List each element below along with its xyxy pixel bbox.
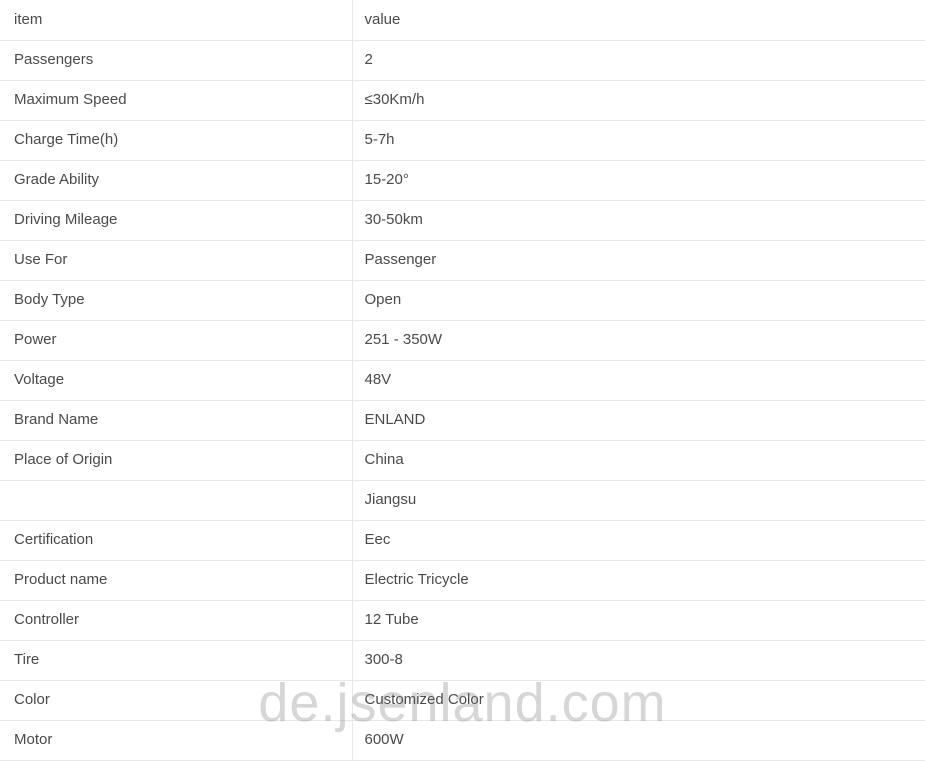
row-item-value: 5-7h [351, 120, 925, 161]
row-item-label: Brand Name [0, 400, 352, 441]
row-item-label [0, 480, 352, 521]
row-item-value: Customized Color [351, 680, 925, 721]
row-item-value: Electric Tricycle [351, 560, 925, 601]
row-item-label: Power [0, 320, 352, 361]
table-row: Power 251 - 350W [0, 320, 925, 361]
row-item-value: 2 [351, 40, 925, 81]
row-item-label: Charge Time(h) [0, 120, 352, 161]
table-row: Place of Origin China [0, 440, 925, 481]
row-item-value: Open [351, 280, 925, 321]
row-item-value: 251 - 350W [351, 320, 925, 361]
column-header-item: item [0, 0, 352, 41]
row-item-label: Passengers [0, 40, 352, 81]
table-row: Voltage 48V [0, 360, 925, 401]
row-item-label: Grade Ability [0, 160, 352, 201]
row-item-label: Maximum Speed [0, 80, 352, 121]
row-item-label: Tire [0, 640, 352, 681]
row-item-value: 12 Tube [351, 600, 925, 641]
table-row: Grade Ability 15-20° [0, 160, 925, 201]
table-header-row: item value [0, 0, 925, 41]
row-item-label: Use For [0, 240, 352, 281]
row-item-value: 15-20° [351, 160, 925, 201]
row-item-value: Jiangsu [351, 480, 925, 521]
table-row: Passengers 2 [0, 40, 925, 81]
row-item-value: Passenger [351, 240, 925, 281]
row-item-value: ≤30Km/h [351, 80, 925, 121]
table-row: Maximum Speed ≤30Km/h [0, 80, 925, 121]
specifications-table: item value Passengers 2 Maximum Speed ≤3… [0, 0, 925, 761]
row-item-value: 600W [351, 720, 925, 761]
row-item-label: Driving Mileage [0, 200, 352, 241]
row-item-label: Certification [0, 520, 352, 561]
column-header-value: value [351, 0, 925, 41]
table-row: Motor 600W [0, 720, 925, 761]
row-item-value: Eec [351, 520, 925, 561]
table-row: Charge Time(h) 5-7h [0, 120, 925, 161]
table-row: Use For Passenger [0, 240, 925, 281]
row-item-label: Body Type [0, 280, 352, 321]
table-row: Color Customized Color [0, 680, 925, 721]
row-item-value: ENLAND [351, 400, 925, 441]
table-row: Product name Electric Tricycle [0, 560, 925, 601]
row-item-value: China [351, 440, 925, 481]
table-row: Brand Name ENLAND [0, 400, 925, 441]
row-item-label: Motor [0, 720, 352, 761]
row-item-label: Voltage [0, 360, 352, 401]
table-row: Jiangsu [0, 480, 925, 521]
row-item-label: Place of Origin [0, 440, 352, 481]
table-row: Certification Eec [0, 520, 925, 561]
row-item-value: 48V [351, 360, 925, 401]
table-body: item value Passengers 2 Maximum Speed ≤3… [0, 0, 925, 761]
row-item-value: 30-50km [351, 200, 925, 241]
table-row: Tire 300-8 [0, 640, 925, 681]
row-item-label: Product name [0, 560, 352, 601]
table-row: Controller 12 Tube [0, 600, 925, 641]
row-item-label: Controller [0, 600, 352, 641]
table-row: Body Type Open [0, 280, 925, 321]
row-item-value: 300-8 [351, 640, 925, 681]
row-item-label: Color [0, 680, 352, 721]
table-row: Driving Mileage 30-50km [0, 200, 925, 241]
